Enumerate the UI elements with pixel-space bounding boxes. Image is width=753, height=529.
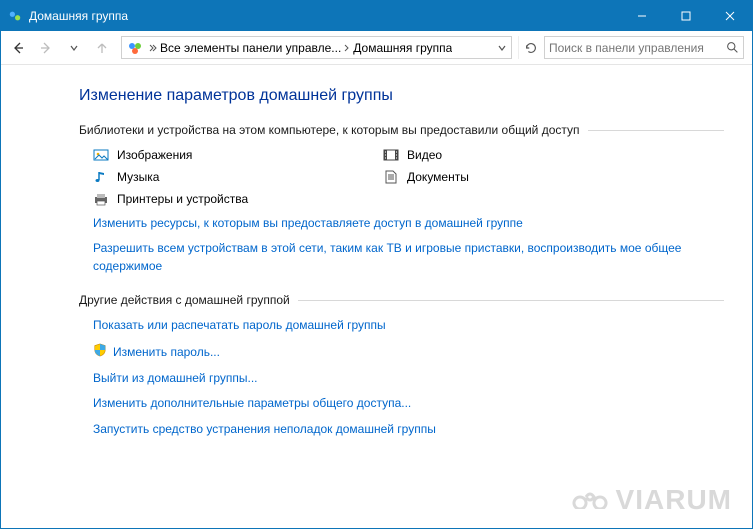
library-documents-label: Документы [407,170,469,184]
control-panel-icon [126,39,144,57]
music-icon [93,169,109,185]
link-show-password[interactable]: Показать или распечатать пароль домашней… [93,317,724,334]
search-icon[interactable] [726,41,739,54]
breadcrumb-root[interactable]: Все элементы панели управле... [160,41,341,55]
search-box[interactable] [544,36,744,59]
pictures-icon [93,147,109,163]
library-music: Музыка [93,169,383,185]
section-actions-label: Другие действия с домашней группой [79,293,724,307]
homegroup-icon [7,8,23,24]
back-button[interactable] [5,35,31,61]
links-shared: Изменить ресурсы, к которым вы предостав… [93,215,724,275]
library-video: Видео [383,147,724,163]
links-actions: Показать или распечатать пароль домашней… [93,317,724,438]
breadcrumb-current[interactable]: Домашняя группа [353,41,452,55]
documents-icon [383,169,399,185]
watermark: VIARUM [570,484,732,516]
library-images-label: Изображения [117,148,192,162]
section-shared-text: Библиотеки и устройства на этом компьюте… [79,123,580,137]
address-bar[interactable]: Все элементы панели управле... Домашняя … [121,36,512,59]
navigation-toolbar: Все элементы панели управле... Домашняя … [1,31,752,65]
watermark-logo-icon [570,484,610,516]
chevron-right-icon[interactable] [341,43,353,53]
library-printers: Принтеры и устройства [93,191,383,207]
window-title: Домашняя группа [29,9,620,23]
content-pane: Изменение параметров домашней группы Биб… [1,65,752,528]
link-allow-devices[interactable]: Разрешить всем устройствам в этой сети, … [93,240,724,275]
section-actions-text: Другие действия с домашней группой [79,293,290,307]
printers-icon [93,191,109,207]
recent-locations-button[interactable] [61,35,87,61]
link-troubleshoot[interactable]: Запустить средство устранения неполадок … [93,421,724,438]
library-music-label: Музыка [117,170,159,184]
link-advanced-sharing[interactable]: Изменить дополнительные параметры общего… [93,395,724,412]
refresh-button[interactable] [518,36,542,59]
up-button[interactable] [89,35,115,61]
link-change-shared[interactable]: Изменить ресурсы, к которым вы предостав… [93,215,724,232]
video-icon [383,147,399,163]
divider [588,130,724,131]
window-controls [620,1,752,31]
divider [298,300,724,301]
address-dropdown-button[interactable] [495,43,509,53]
search-input[interactable] [549,41,726,55]
minimize-button[interactable] [620,1,664,31]
section-shared-label: Библиотеки и устройства на этом компьюте… [79,123,724,137]
link-change-password-label: Изменить пароль... [113,344,220,361]
maximize-button[interactable] [664,1,708,31]
link-change-password[interactable]: Изменить пароль... [93,343,724,362]
shield-icon [93,343,107,362]
window-frame: Домашняя группа [0,0,753,529]
watermark-text: VIARUM [616,484,732,516]
page-title: Изменение параметров домашней группы [79,87,724,105]
library-video-label: Видео [407,148,442,162]
link-leave-homegroup[interactable]: Выйти из домашней группы... [93,370,724,387]
library-documents: Документы [383,169,724,185]
chevron-left-icon[interactable] [146,43,160,53]
libraries-grid: Изображения Видео Музыка Документы [93,147,724,207]
library-images: Изображения [93,147,383,163]
close-button[interactable] [708,1,752,31]
title-bar: Домашняя группа [1,1,752,31]
forward-button[interactable] [33,35,59,61]
library-printers-label: Принтеры и устройства [117,192,248,206]
